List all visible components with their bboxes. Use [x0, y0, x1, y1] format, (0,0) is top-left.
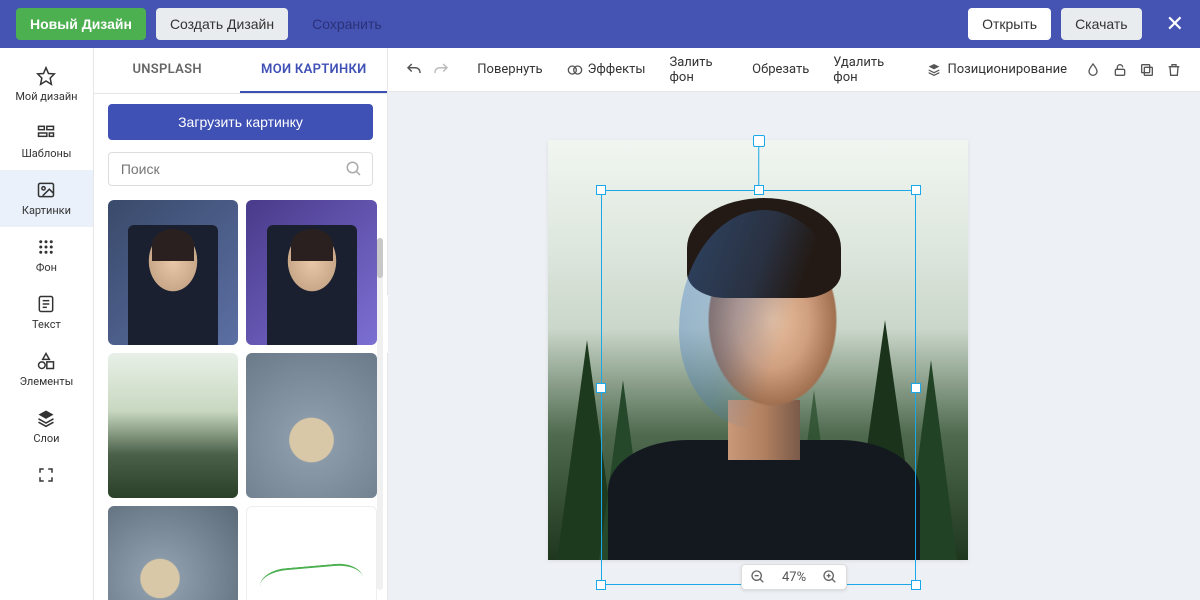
star-icon [36, 66, 56, 86]
canvas-area: Повернуть Эффекты Залить фон Обрезать Уд… [388, 48, 1200, 600]
image-source-tabs: UNSPLASH МОИ КАРТИНКИ [94, 48, 387, 94]
nav-my-design[interactable]: Мой дизайн [0, 56, 93, 113]
duplicate-button[interactable] [1135, 56, 1158, 84]
resize-handle-mr[interactable] [911, 383, 921, 393]
new-design-button[interactable]: Новый Дизайн [16, 8, 146, 40]
lock-button[interactable] [1108, 56, 1131, 84]
text-icon [36, 294, 56, 314]
nav-label: Картинки [22, 204, 71, 217]
nav-label: Мой дизайн [15, 90, 77, 103]
gallery-thumb[interactable] [108, 506, 239, 600]
resize-handle-ml[interactable] [596, 383, 606, 393]
open-button[interactable]: Открыть [968, 8, 1051, 40]
nav-label: Элементы [20, 375, 74, 388]
fill-bg-button[interactable]: Залить фон [659, 49, 738, 91]
undo-button[interactable] [402, 56, 425, 84]
canvas-stage[interactable]: 47% [388, 92, 1200, 600]
resize-handle-tl[interactable] [596, 185, 606, 195]
layers-icon [36, 408, 56, 428]
search-input[interactable] [108, 152, 373, 186]
canvas-toolbar: Повернуть Эффекты Залить фон Обрезать Уд… [388, 48, 1200, 92]
gallery-thumb[interactable] [246, 353, 377, 498]
gallery-thumb[interactable] [108, 353, 239, 498]
opacity-button[interactable] [1081, 56, 1104, 84]
shapes-icon [36, 351, 56, 371]
close-icon[interactable]: ✕ [1166, 12, 1184, 37]
nav-label: Шаблоны [21, 147, 71, 160]
positioning-button[interactable]: Позиционирование [916, 56, 1077, 84]
zoom-in-button[interactable] [822, 569, 838, 585]
tab-unsplash[interactable]: UNSPLASH [94, 48, 241, 93]
upload-image-button[interactable]: Загрузить картинку [108, 104, 373, 140]
templates-icon [36, 123, 56, 143]
rotate-handle[interactable] [753, 135, 765, 147]
scrollbar-track [377, 238, 383, 590]
gallery-thumb[interactable] [108, 200, 239, 345]
top-bar: Новый Дизайн Создать Дизайн Сохранить От… [0, 0, 1200, 48]
left-nav: Мой дизайн Шаблоны Картинки Фон Текст [0, 48, 94, 600]
redo-button[interactable] [429, 56, 452, 84]
save-button: Сохранить [298, 8, 396, 40]
nav-background[interactable]: Фон [0, 227, 93, 284]
resize-handle-bl[interactable] [596, 580, 606, 590]
delete-button[interactable] [1163, 56, 1186, 84]
gallery-thumb[interactable] [246, 200, 377, 345]
positioning-label: Позиционирование [947, 62, 1067, 77]
scrollbar-thumb[interactable] [377, 238, 383, 278]
rotate-line [758, 147, 760, 185]
nav-label: Текст [32, 318, 61, 331]
crop-button[interactable]: Обрезать [742, 56, 819, 83]
nav-label: Слои [33, 432, 59, 445]
selection-box[interactable] [601, 190, 916, 585]
create-design-button[interactable]: Создать Дизайн [156, 8, 288, 40]
nav-templates[interactable]: Шаблоны [0, 113, 93, 170]
expand-icon [36, 465, 56, 485]
image-icon [36, 180, 56, 200]
tab-my-images[interactable]: МОИ КАРТИНКИ [240, 48, 387, 93]
resize-handle-tr[interactable] [911, 185, 921, 195]
search-icon [345, 160, 363, 178]
zoom-out-button[interactable] [750, 569, 766, 585]
grid-icon [36, 237, 56, 257]
resize-handle-br[interactable] [911, 580, 921, 590]
nav-images[interactable]: Картинки [0, 170, 93, 227]
download-button[interactable]: Скачать [1061, 8, 1142, 40]
effects-icon [567, 62, 583, 78]
images-panel: UNSPLASH МОИ КАРТИНКИ Загрузить картинку [94, 48, 388, 600]
nav-text[interactable]: Текст [0, 284, 93, 341]
zoom-control: 47% [741, 564, 847, 590]
nav-elements[interactable]: Элементы [0, 341, 93, 398]
gallery-thumb[interactable] [246, 506, 377, 600]
nav-label: Фон [36, 261, 57, 274]
image-gallery [94, 196, 387, 600]
remove-bg-button[interactable]: Удалить фон [823, 49, 908, 91]
layers-icon [926, 62, 942, 78]
nav-expand[interactable] [0, 455, 93, 495]
nav-layers[interactable]: Слои [0, 398, 93, 455]
rotate-button[interactable]: Повернуть [467, 56, 552, 83]
zoom-value: 47% [776, 570, 812, 585]
effects-label: Эффекты [588, 62, 646, 77]
effects-button[interactable]: Эффекты [557, 56, 656, 84]
resize-handle-tm[interactable] [754, 185, 764, 195]
